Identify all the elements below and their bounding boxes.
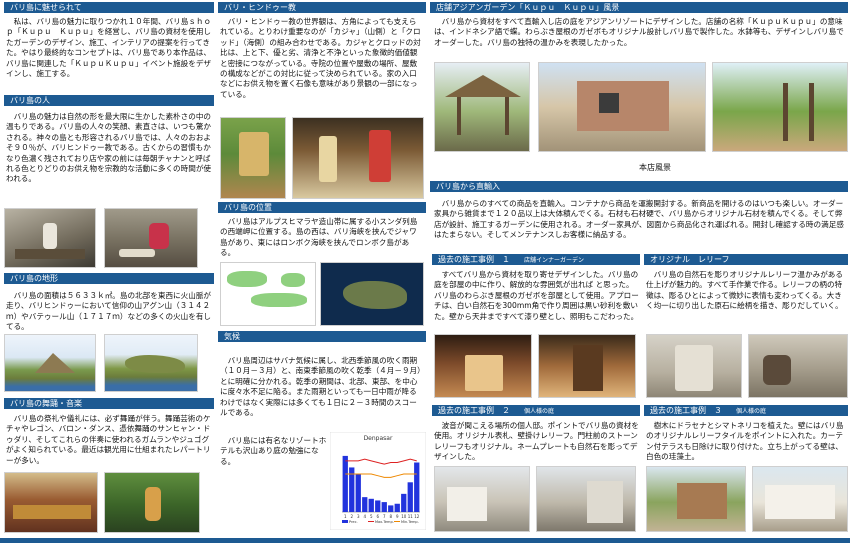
photo-private-garden-1 [434, 466, 530, 532]
hindu-paragraph: バリ・ヒンドゥー教の世界観は、方角によっても支えられている。とりわけ重要なのが「… [220, 17, 421, 99]
resort-paragraph: バリ島には有名なリゾートホテルも沢山あり庭の勉強になる。 [220, 436, 327, 466]
section-header-location: バリ島の位置 [218, 202, 426, 213]
precip-bar [381, 502, 387, 512]
precip-bar [388, 505, 394, 512]
shop-photo-caption: 本店風景 [639, 163, 671, 172]
section-header-terrain: バリ島の地形 [4, 273, 214, 284]
terrain-map-3d [4, 334, 96, 392]
month-tick: 11 [408, 514, 414, 519]
photo-temple-offerings [292, 117, 424, 199]
photo-offering-man [4, 208, 96, 268]
climate-paragraph: バリ島周辺はサバナ気候に属し、北西季節風の吹く雨期（１０月－３月）と、南東季節風… [220, 356, 421, 418]
photo-private-garden-4 [752, 466, 848, 532]
case1-paragraph: すべてバリ島から資材を取り寄せデザインした。バリ島の庭を部屋の中に作り、解放的な… [434, 270, 639, 321]
precip-bar [394, 503, 400, 512]
location-paragraph: バリ島はアルプスヒマラヤ造山帯に属する小スンダ列島の西端岬に位置する。島の西は、… [220, 217, 418, 258]
section-header-case3: 過去の施工事例 ３ 個人様の庭 [644, 405, 848, 416]
month-tick: 2 [350, 514, 353, 519]
photo-gazebo [434, 62, 530, 152]
precip-bar [342, 455, 348, 512]
precip-bar [407, 482, 413, 512]
photo-dancers [104, 472, 200, 533]
section-header-import: バリ島から直輸入 [430, 181, 848, 192]
precip-bar [375, 500, 381, 512]
terrain-paragraph: バリ島の面積は５６３３ｋ㎡。島の北部を東西に火山脈が走り、バリヒンドゥーにおいて… [6, 291, 212, 332]
month-tick: 3 [357, 514, 360, 519]
map-indonesia [220, 262, 316, 326]
climate-chart: Denpasar 1 2 3 4 5 6 7 8 9 10 11 12 Prec. Max.Temp.… [330, 432, 426, 530]
chart-title: Denpasar [364, 435, 393, 442]
section-header-charm: バリ島に魅せられて [4, 2, 214, 13]
case2-paragraph: 波音が聞こえる場所の個人邸。ポイントでバリ島の資材を使用。オリジナル表札、壁掛け… [434, 421, 639, 462]
month-tick: 9 [396, 514, 399, 519]
section-header-people: バリ島の人 [4, 95, 214, 106]
section-header-dance: バリ島の舞踊・音楽 [4, 398, 214, 409]
section-header-hindu: バリ・ヒンドゥー教 [218, 2, 426, 13]
photo-gamelan [4, 472, 98, 533]
month-tick: 1 [344, 514, 347, 519]
section-header-climate: 気候 [218, 331, 426, 342]
people-paragraph: バリ島の魅力は自然の形を最大限に生かした素朴さの中の温もりである。バリ島の人々の… [6, 112, 212, 184]
month-tick: 4 [363, 514, 366, 519]
section-header-shop: 店舗アジアンガーデン「Ｋｕｐｕ Ｋｕｐｕ」風景 [430, 2, 848, 13]
section-header-relief: オリジナル レリーフ [644, 254, 848, 265]
month-tick: 8 [389, 514, 392, 519]
photo-inner-garden-1 [434, 334, 532, 398]
relief-paragraph: バリ島の自然石を彫りオリジナルレリーフ温かみがある仕上げが魅力的。すべて手作業で… [646, 270, 843, 311]
bottom-bar [0, 538, 850, 543]
legend-max: Max.Temp. [375, 520, 394, 524]
terrain-map-relief [104, 334, 198, 392]
photo-offering-woman [104, 208, 198, 268]
photo-garden-path [712, 62, 848, 152]
month-tick: 6 [376, 514, 379, 519]
satellite-bali [320, 262, 424, 326]
import-paragraph: バリ島からのすべての商品を直輸入。コンテナから商品を運搬開封する。新商品を開ける… [434, 199, 844, 240]
photo-relief-stone [646, 334, 742, 398]
legend-prec: Prec. [349, 520, 358, 524]
precip-bar [368, 498, 374, 512]
photo-temple-altar [220, 117, 286, 199]
intro-paragraph: 私は、バリ島の魅力に取りつかれ１０年間、バリ島ｓｈｏｐ「Ｋｕｐｕ Ｋｕｐｕ」を経… [6, 17, 212, 79]
photo-private-garden-2 [536, 466, 636, 532]
month-tick: 10 [401, 514, 407, 519]
precip-bar [362, 497, 368, 512]
month-tick: 5 [370, 514, 373, 519]
shop-paragraph: バリ島から資材をすべて直輸入し店の庭をアジアンリゾートにデザインした。店舗の名称… [434, 17, 844, 47]
dance-paragraph: バリ島の祭礼や儀礼には、必ず舞踊が伴う。舞踊芸術のケチャやレゴン、バロン・ダンス… [6, 414, 211, 465]
precip-bar [401, 493, 407, 512]
photo-relief-carving [748, 334, 848, 398]
precip-bar [414, 462, 420, 512]
case3-paragraph: 樹木にドラセナとシマトネリコを植えた。壁にはバリ島のオリジナルレリーフタイルをポ… [646, 421, 844, 462]
precip-bar [355, 474, 361, 512]
section-header-case2: 過去の施工事例 ２ 個人様の庭 [432, 405, 640, 416]
legend-min: Min.Temp. [401, 520, 419, 524]
section-header-case1: 過去の施工事例 １ 店舗インナーガーデン [432, 254, 640, 265]
month-tick: 7 [383, 514, 386, 519]
photo-shop-building [538, 62, 706, 152]
photo-private-garden-3 [646, 466, 746, 532]
photo-inner-garden-2 [538, 334, 636, 398]
month-tick: 12 [414, 514, 420, 519]
